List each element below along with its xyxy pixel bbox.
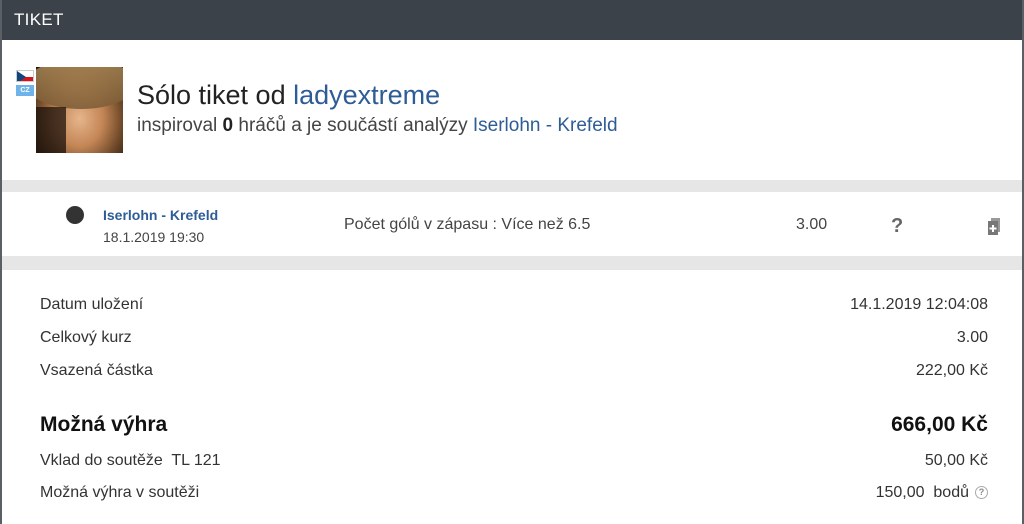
inspired-info: inspiroval 0 hráčů a je součástí analýzy… bbox=[137, 115, 618, 137]
contest-stake-value: 50,00 Kč bbox=[924, 452, 988, 469]
divider-band bbox=[2, 256, 1022, 270]
avatar[interactable] bbox=[36, 67, 123, 153]
inspired-middle: hráčů a je součástí analýzy bbox=[233, 115, 473, 136]
stake-value: 222,00 Kč bbox=[915, 362, 988, 379]
ticket-author-section: CZ Sólo tiket od ladyextreme inspiroval … bbox=[2, 40, 1022, 180]
detail-row-saved: Datum uložení 14.1.2019 12:04:08 bbox=[40, 296, 988, 322]
ticket-details: Datum uložení 14.1.2019 12:04:08 Celkový… bbox=[2, 270, 1022, 524]
title-bar: TIKET bbox=[2, 0, 1022, 40]
total-odds-value: 3.00 bbox=[956, 329, 988, 346]
saved-label: Datum uložení bbox=[40, 296, 144, 313]
total-odds-label: Celkový kurz bbox=[40, 329, 132, 346]
ticket-panel: TIKET CZ Sólo tiket od ladyextreme inspi… bbox=[0, 0, 1024, 524]
detail-row-possible-win: Možná výhra 666,00 Kč bbox=[40, 413, 988, 439]
contest-win-value-wrap: 150,00 bodů? bbox=[876, 484, 988, 502]
contest-stake-label: Vklad do soutěže TL 121 bbox=[40, 452, 221, 469]
bet-description: Počet gólů v zápasu : Více než 6.5 bbox=[344, 216, 591, 233]
analysis-link[interactable]: Iserlohn - Krefeld bbox=[473, 115, 618, 136]
divider-band bbox=[2, 180, 1022, 192]
match-link[interactable]: Iserlohn - Krefeld bbox=[103, 207, 218, 223]
window-title: TIKET bbox=[14, 10, 64, 29]
contest-win-label: Možná výhra v soutěži bbox=[40, 484, 200, 501]
possible-win-value: 666,00 Kč bbox=[891, 413, 988, 436]
inspired-count: 0 bbox=[222, 115, 234, 136]
possible-win-label: Možná výhra bbox=[40, 413, 168, 436]
headline-prefix: Sólo tiket od bbox=[137, 80, 294, 110]
result-pending-icon: ? bbox=[891, 215, 904, 237]
add-document-icon[interactable] bbox=[988, 218, 1002, 235]
country-badge: CZ bbox=[16, 85, 34, 96]
saved-value: 14.1.2019 12:04:08 bbox=[850, 296, 988, 313]
page-title: Sólo tiket od ladyextreme bbox=[137, 80, 440, 111]
status-dot-icon bbox=[66, 206, 84, 224]
detail-row-total-odds: Celkový kurz 3.00 bbox=[40, 329, 988, 355]
detail-row-contest-stake: Vklad do soutěže TL 121 50,00 Kč bbox=[40, 452, 988, 478]
inspired-prefix: inspiroval bbox=[137, 115, 223, 136]
contest-win-value: 150,00 bodů bbox=[875, 484, 969, 501]
match-datetime: 18.1.2019 19:30 bbox=[103, 229, 205, 245]
bet-row: Iserlohn - Krefeld 18.1.2019 19:30 Počet… bbox=[2, 192, 1022, 256]
czech-flag-icon bbox=[16, 70, 34, 82]
username-link[interactable]: ladyextreme bbox=[293, 80, 440, 110]
help-icon[interactable]: ? bbox=[975, 486, 988, 500]
detail-row-stake: Vsazená částka 222,00 Kč bbox=[40, 362, 988, 388]
detail-row-contest-win: Možná výhra v soutěži 150,00 bodů? bbox=[40, 484, 988, 510]
bet-odd: 3.00 bbox=[796, 216, 828, 233]
stake-label: Vsazená částka bbox=[40, 362, 153, 379]
